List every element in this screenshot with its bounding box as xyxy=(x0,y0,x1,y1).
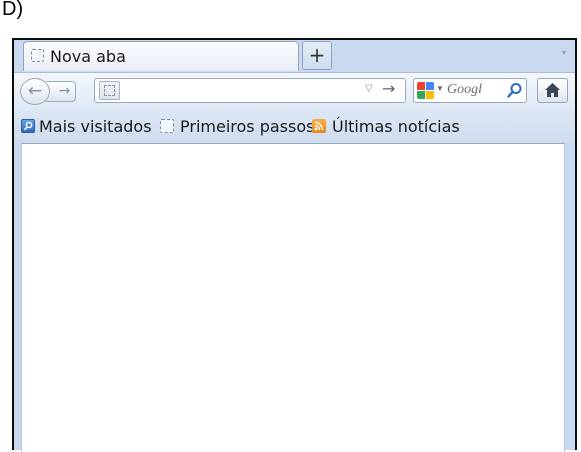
search-folder-icon xyxy=(21,119,35,133)
tab-bar: Nova aba + ▾ xyxy=(14,40,575,72)
page-content-area[interactable] xyxy=(21,143,565,452)
tabs-menu-icon[interactable]: ▾ xyxy=(562,48,566,57)
url-bar[interactable]: ▽ → xyxy=(94,78,406,103)
tab-nova-aba[interactable]: Nova aba xyxy=(23,41,299,71)
search-bar[interactable]: ▼ Googl xyxy=(413,78,527,103)
google-engine-icon[interactable] xyxy=(417,82,434,99)
back-button[interactable]: ← xyxy=(20,78,50,105)
back-forward-group: → ← xyxy=(20,78,90,105)
magnifier-icon[interactable] xyxy=(506,82,523,99)
site-identity-button[interactable] xyxy=(99,81,120,100)
rss-feed-icon xyxy=(312,119,326,133)
question-label: D) xyxy=(2,0,24,20)
tab-title: Nova aba xyxy=(50,47,126,66)
search-input[interactable]: Googl xyxy=(447,82,507,100)
back-arrow-icon: ← xyxy=(27,81,43,101)
go-arrow-icon[interactable]: → xyxy=(382,79,395,98)
forward-arrow-icon: → xyxy=(58,83,71,99)
bookmark-mais-visitados[interactable]: Mais visitados xyxy=(39,117,152,136)
home-icon xyxy=(545,83,560,97)
navigation-toolbar: → ← ▽ → ▼ Googl xyxy=(14,72,575,110)
url-input[interactable] xyxy=(125,81,345,100)
blank-page-icon xyxy=(104,85,115,96)
new-tab-button[interactable]: + xyxy=(302,41,332,70)
url-history-dropdown-icon[interactable]: ▽ xyxy=(365,83,373,94)
forward-button[interactable]: → xyxy=(46,81,76,102)
blank-page-icon xyxy=(160,119,174,133)
browser-window: Nova aba + ▾ → ← ▽ → ▼ Googl Mais visita… xyxy=(12,38,577,452)
blank-page-icon xyxy=(31,49,44,62)
bookmarks-toolbar: Mais visitados Primeiros passos Últimas … xyxy=(14,110,575,142)
home-button[interactable] xyxy=(537,78,568,103)
bookmark-ultimas-noticias[interactable]: Últimas notícias xyxy=(332,117,460,136)
engine-dropdown-icon[interactable]: ▼ xyxy=(436,84,444,93)
bookmark-primeiros-passos[interactable]: Primeiros passos xyxy=(180,117,314,136)
